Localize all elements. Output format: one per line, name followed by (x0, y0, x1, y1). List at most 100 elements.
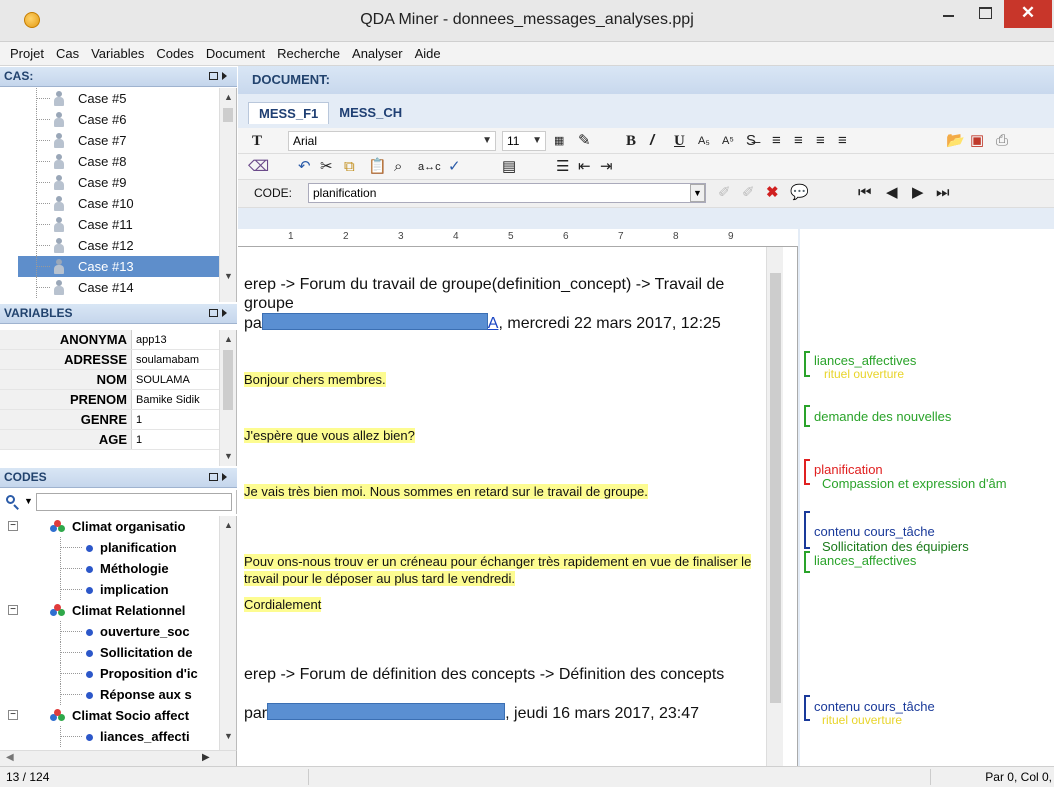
code-item[interactable]: Méthologie (0, 558, 236, 579)
case-item[interactable]: Case #9 (0, 172, 236, 193)
code-item[interactable]: Réponse aux s (0, 684, 236, 705)
collapse-icon[interactable]: − (8, 521, 18, 531)
variables-scrollbar[interactable]: ▲ ▼ (219, 330, 236, 466)
comment-icon[interactable]: 💬 (790, 183, 809, 203)
case-item[interactable]: Case #11 (0, 214, 236, 235)
eraser-icon[interactable]: ⌫ (248, 157, 269, 177)
align-right-icon[interactable]: ≡ (816, 131, 825, 151)
menu-document[interactable]: Document (200, 46, 271, 61)
case-item[interactable]: Case #14 (0, 277, 236, 298)
tab-mess-f1[interactable]: MESS_F1 (248, 102, 330, 124)
scroll-right-icon[interactable]: ▶ (202, 752, 210, 763)
next-record-icon[interactable]: ▶ (912, 183, 924, 203)
margin-code-label[interactable]: planification (814, 462, 883, 477)
variable-row[interactable]: AGE 1 (0, 430, 236, 450)
margin-code-label[interactable]: rituel ouverture (822, 713, 902, 728)
menu-aide[interactable]: Aide (409, 46, 447, 61)
margin-code-label[interactable]: Compassion et expression d'âm (822, 476, 1007, 491)
justify-icon[interactable]: ≡ (838, 131, 847, 151)
panel-pin-icon[interactable] (209, 71, 229, 82)
menu-recherche[interactable]: Recherche (271, 46, 346, 61)
collapse-icon[interactable]: − (8, 605, 18, 615)
copy-icon[interactable]: ⧉ (344, 157, 355, 177)
menu-projet[interactable]: Projet (4, 46, 50, 61)
cut-icon[interactable]: ✂ (320, 157, 333, 177)
code-category[interactable]: − Climat Socio affect (0, 705, 236, 726)
maximize-button[interactable] (968, 0, 1002, 28)
menu-variables[interactable]: Variables (85, 46, 150, 61)
code-category[interactable]: − Climat Relationnel (0, 600, 236, 621)
subscript-icon[interactable]: A₅ (698, 131, 710, 151)
bold-icon[interactable]: B (626, 131, 636, 151)
strikethrough-icon[interactable]: S̶ (746, 131, 756, 151)
variable-row[interactable]: ADRESSE soulamabam (0, 350, 236, 370)
align-center-icon[interactable]: ≡ (794, 131, 803, 151)
panel-pin-icon[interactable] (209, 472, 229, 483)
margin-code-label[interactable]: liances_affectives (814, 553, 916, 568)
chevron-down-icon[interactable]: ▼ (24, 496, 33, 506)
spellcheck-icon[interactable]: ▦ (554, 131, 564, 151)
minimize-button[interactable] (932, 0, 966, 28)
code-item[interactable]: planification (0, 537, 236, 558)
previous-record-icon[interactable]: ◀ (886, 183, 898, 203)
collapse-icon[interactable]: − (8, 710, 18, 720)
menu-cas[interactable]: Cas (50, 46, 85, 61)
font-size-select[interactable]: 11 ▼ (502, 131, 546, 151)
align-left-icon[interactable]: ≡ (772, 131, 781, 151)
undo-icon[interactable]: ↶ (298, 157, 311, 177)
scroll-left-icon[interactable]: ◀ (6, 752, 14, 763)
bullet-list-icon[interactable]: ☰ (556, 157, 569, 177)
codes-scrollbar[interactable]: ▲ ▼ (219, 516, 236, 750)
document-text[interactable]: erep -> Forum du travail de groupe(defin… (238, 247, 798, 766)
variable-row[interactable]: NOM SOULAMA (0, 370, 236, 390)
print-icon[interactable]: ⎙ (996, 131, 1008, 151)
chevron-down-icon[interactable]: ▼ (690, 184, 705, 202)
margin-code-label[interactable]: rituel ouverture (824, 367, 904, 382)
document-scrollbar[interactable] (766, 247, 783, 766)
save-icon[interactable]: ▣ (970, 131, 984, 151)
code-item[interactable]: liances_affecti (0, 726, 236, 747)
case-item[interactable]: Case #10 (0, 193, 236, 214)
margin-code-label[interactable]: contenu cours_tâche (814, 699, 935, 714)
delete-code-icon[interactable]: ✖ (766, 183, 779, 203)
panel-pin-icon[interactable] (209, 308, 229, 319)
case-item[interactable]: Case #7 (0, 130, 236, 151)
variable-row[interactable]: GENRE 1 (0, 410, 236, 430)
spelling-check-icon[interactable]: ✓ (448, 157, 461, 177)
last-record-icon[interactable]: ⏭ (936, 183, 950, 203)
margin-code-label[interactable]: Sollicitation des équipiers (822, 539, 969, 554)
cases-scrollbar[interactable]: ▲ ▼ (219, 88, 236, 302)
margin-code-label[interactable]: contenu cours_tâche (814, 524, 935, 539)
superscript-icon[interactable]: A⁵ (722, 131, 734, 151)
paste-icon[interactable]: 📋 (368, 157, 387, 177)
find-icon[interactable]: ⌕ (394, 157, 402, 177)
increase-indent-icon[interactable]: ⇥ (600, 157, 613, 177)
author-link[interactable]: A (488, 315, 499, 332)
case-item[interactable]: Case #6 (0, 109, 236, 130)
menu-analyser[interactable]: Analyser (346, 46, 409, 61)
italic-icon[interactable]: / (650, 131, 654, 151)
codes-horizontal-scrollbar[interactable]: ◀ ▶ (0, 750, 237, 766)
code-item[interactable]: Sollicitation de (0, 642, 236, 663)
first-record-icon[interactable]: ⏮ (858, 183, 872, 203)
search-icon[interactable] (6, 495, 20, 510)
case-item[interactable]: Case #12 (0, 235, 236, 256)
variable-row[interactable]: ANONYMA app13 (0, 330, 236, 350)
case-item[interactable]: Case #8 (0, 151, 236, 172)
open-folder-icon[interactable]: 📂 (946, 131, 965, 151)
codes-search-input[interactable] (36, 493, 232, 511)
code-select[interactable]: planification (308, 183, 706, 203)
margin-code-label[interactable]: liances_affectives (814, 353, 916, 368)
menu-codes[interactable]: Codes (150, 46, 200, 61)
properties-icon[interactable]: ▤ (502, 157, 516, 177)
code-item[interactable]: implication (0, 579, 236, 600)
font-icon[interactable]: T (252, 131, 262, 151)
underline-icon[interactable]: U (674, 131, 685, 151)
case-item[interactable]: Case #5 (0, 88, 236, 109)
font-family-select[interactable]: Arial ▼ (288, 131, 496, 151)
decrease-indent-icon[interactable]: ⇤ (578, 157, 591, 177)
code-category[interactable]: − Climat organisatio (0, 516, 236, 537)
code-item[interactable]: ouverture_soc (0, 621, 236, 642)
tab-mess-ch[interactable]: MESS_CH (329, 102, 412, 124)
margin-code-label[interactable]: demande des nouvelles (814, 409, 951, 424)
